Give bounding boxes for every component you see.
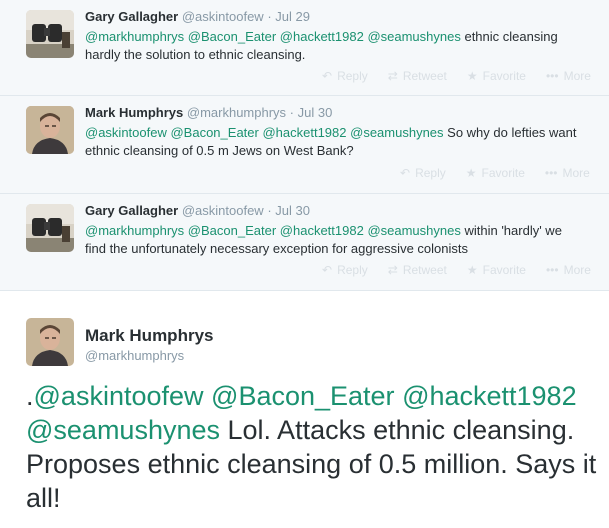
separator: · [289, 105, 295, 120]
user-handle[interactable]: @askintoofew [182, 9, 264, 24]
tweet-text: .@askintoofew @Bacon_Eater @hackett1982 … [26, 379, 606, 515]
ellipsis-icon: ••• [544, 166, 558, 180]
user-handle[interactable]: @askintoofew [182, 203, 264, 218]
mention-link[interactable]: @Bacon_Eater [188, 29, 276, 44]
mention-link[interactable]: @seamushynes [26, 415, 220, 445]
star-icon: ★ [465, 166, 477, 180]
reply-icon: ↶ [400, 166, 411, 180]
star-icon: ★ [466, 263, 478, 277]
user-name[interactable]: Mark Humphrys [85, 326, 213, 346]
tweet-header: Gary Gallagher @askintoofew · Jul 29 [85, 9, 310, 24]
reply-tweet[interactable]: Gary Gallagher @askintoofew · Jul 29 @ma… [0, 0, 609, 96]
binoculars-avatar-icon [26, 204, 74, 252]
reply-button[interactable]: ↶ Reply [322, 263, 368, 277]
user-handle[interactable]: @markhumphrys [85, 348, 184, 363]
retweet-button[interactable]: ⇄ Retweet [388, 69, 447, 83]
mention-link[interactable]: @seamushynes [350, 125, 443, 140]
tweet-actions: ↶ Reply ★ Favorite ••• More [400, 166, 590, 180]
tweet-text: @markhumphrys @Bacon_Eater @hackett1982 … [85, 28, 585, 64]
user-handle[interactable]: @markhumphrys [187, 105, 286, 120]
ellipsis-icon: ••• [545, 69, 559, 83]
favorite-label: Favorite [481, 166, 525, 180]
tweet-text: @markhumphrys @Bacon_Eater @hackett1982 … [85, 222, 585, 258]
more-label: More [562, 166, 590, 180]
more-label: More [563, 263, 591, 277]
user-name[interactable]: Mark Humphrys [85, 105, 183, 120]
favorite-label: Favorite [482, 263, 526, 277]
retweet-label: Retweet [402, 69, 447, 83]
user-name[interactable]: Gary Gallagher [85, 203, 178, 218]
tweet-header: Gary Gallagher @askintoofew · Jul 30 [85, 203, 310, 218]
reply-icon: ↶ [322, 69, 333, 83]
reply-icon: ↶ [322, 263, 333, 277]
favorite-button[interactable]: ★ Favorite [466, 166, 525, 180]
mention-link[interactable]: @markhumphrys [85, 223, 184, 238]
timestamp[interactable]: Jul 30 [275, 203, 310, 218]
more-button[interactable]: ••• More [545, 166, 590, 180]
portrait-avatar-icon [26, 318, 74, 366]
more-label: More [563, 69, 591, 83]
mention-link[interactable]: @hackett1982 [402, 381, 577, 411]
portrait-avatar-icon [26, 106, 74, 154]
avatar[interactable] [26, 204, 74, 252]
mention-link[interactable]: @seamushynes [367, 223, 460, 238]
retweet-icon: ⇄ [387, 263, 398, 277]
mention-link[interactable]: @Bacon_Eater [188, 223, 276, 238]
favorite-button[interactable]: ★ Favorite [467, 263, 526, 277]
separator: · [267, 9, 272, 24]
mention-link[interactable]: @askintoofew [85, 125, 167, 140]
reply-label: Reply [337, 263, 368, 277]
mention-link[interactable]: @askintoofew [34, 381, 204, 411]
mention-link[interactable]: @hackett1982 [280, 223, 364, 238]
avatar[interactable] [26, 106, 74, 154]
reply-button[interactable]: ↶ Reply [400, 166, 446, 180]
retweet-label: Retweet [402, 263, 447, 277]
retweet-icon: ⇄ [387, 69, 398, 83]
ellipsis-icon: ••• [545, 263, 559, 277]
avatar[interactable] [26, 318, 74, 366]
avatar[interactable] [26, 10, 74, 58]
timestamp[interactable]: Jul 30 [298, 105, 333, 120]
reply-tweet[interactable]: Mark Humphrys @markhumphrys · Jul 30 @as… [0, 96, 609, 194]
more-button[interactable]: ••• More [546, 263, 591, 277]
mention-link[interactable]: @hackett1982 [262, 125, 346, 140]
tweet-text: @askintoofew @Bacon_Eater @hackett1982 @… [85, 124, 585, 160]
mention-link[interactable]: @markhumphrys [85, 29, 184, 44]
more-button[interactable]: ••• More [546, 69, 591, 83]
focused-tweet: Mark Humphrys @markhumphrys .@askintoofe… [0, 293, 609, 528]
separator: · [267, 203, 272, 218]
tweet-actions: ↶ Reply ⇄ Retweet ★ Favorite ••• More [322, 69, 591, 83]
favorite-button[interactable]: ★ Favorite [467, 69, 526, 83]
reply-label: Reply [337, 69, 368, 83]
reply-label: Reply [415, 166, 446, 180]
mention-link[interactable]: @hackett1982 [280, 29, 364, 44]
star-icon: ★ [466, 69, 478, 83]
favorite-label: Favorite [482, 69, 526, 83]
prefix-dot: . [26, 381, 34, 411]
timestamp[interactable]: Jul 29 [275, 9, 310, 24]
binoculars-avatar-icon [26, 10, 74, 58]
retweet-button[interactable]: ⇄ Retweet [388, 263, 447, 277]
mention-link[interactable]: @Bacon_Eater [211, 381, 395, 411]
reply-button[interactable]: ↶ Reply [322, 69, 368, 83]
tweet-actions: ↶ Reply ⇄ Retweet ★ Favorite ••• More [322, 263, 591, 277]
mention-link[interactable]: @seamushynes [367, 29, 460, 44]
mention-link[interactable]: @Bacon_Eater [170, 125, 258, 140]
tweet-header: Mark Humphrys @markhumphrys · Jul 30 [85, 105, 332, 120]
reply-tweet[interactable]: Gary Gallagher @askintoofew · Jul 30 @ma… [0, 194, 609, 291]
user-name[interactable]: Gary Gallagher [85, 9, 178, 24]
